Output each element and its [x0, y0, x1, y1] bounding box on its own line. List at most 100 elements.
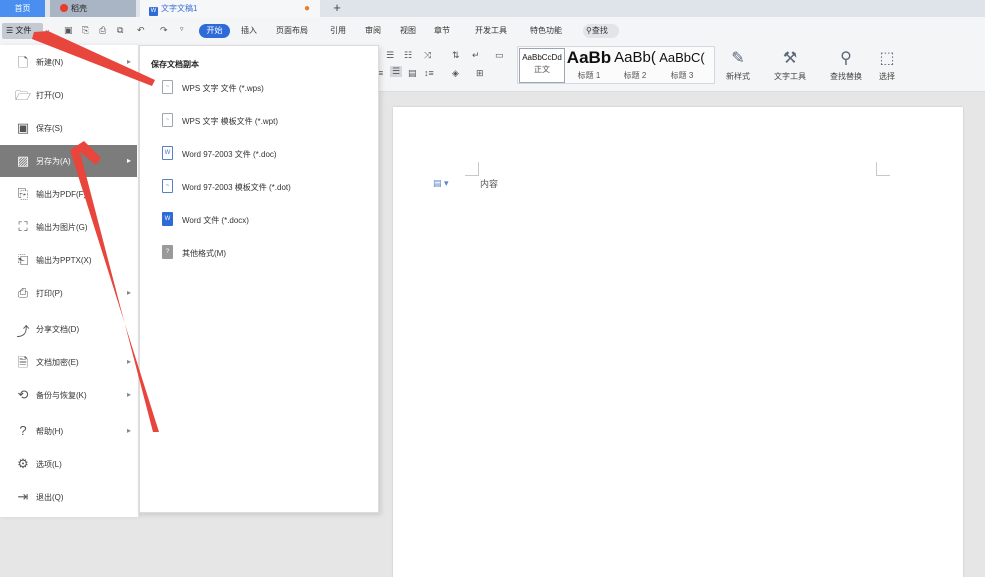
tab-review[interactable]: 审阅 [365, 25, 381, 36]
save-as-option-label: WPS 文字 文件 (*.wps) [182, 84, 264, 93]
align-justify-icon[interactable]: ☰ [390, 66, 403, 77]
select-button[interactable]: ⬚ 选择 [873, 48, 901, 82]
file-menu: 🗋 新建(N) ▸ 🗁 打开(O) ▣ 保存(S) ▨ 另存为(A) ▸ ⎘ 输… [0, 45, 139, 517]
search-label: 查找 [591, 26, 608, 35]
file-menu-item-exit[interactable]: ⇥ 退出(Q) [0, 481, 137, 513]
file-menu-item-backup[interactable]: ⟲ 备份与恢复(K) ▸ [0, 379, 137, 411]
document-text[interactable]: 内容 [480, 177, 498, 190]
tab-document[interactable]: W 文字文稿1 ● [140, 0, 320, 17]
tab-developer[interactable]: 开发工具 [475, 25, 507, 36]
chevron-right-icon: ▸ [127, 357, 132, 366]
save-as-option-label: 其他格式(M) [182, 249, 226, 258]
select-label: 选择 [879, 72, 895, 81]
file-menu-item-export-pdf[interactable]: ⎘ 输出为PDF(F) [0, 178, 137, 210]
paragraph-handle-icon[interactable]: ▤ ▾ [433, 178, 449, 189]
save-as-option-label: WPS 文字 模板文件 (*.wpt) [182, 117, 279, 126]
line-spacing-icon[interactable]: ↕≡ [424, 68, 434, 78]
save-as-other[interactable]: ? 其他格式(M) [140, 238, 378, 268]
style-heading-2-sample: AaBb( [614, 49, 656, 66]
find-replace-label: 查找替换 [830, 72, 862, 81]
unsaved-dot-icon: ● [303, 3, 310, 14]
tab-sections[interactable]: 章节 [434, 25, 450, 36]
chevron-right-icon: ▸ [127, 390, 132, 399]
chevron-right-icon: ▸ [127, 288, 132, 297]
save-as-wpt[interactable]: ~ WPS 文字 模板文件 (*.wpt) [140, 106, 378, 136]
tab-page-layout[interactable]: 页面布局 [276, 25, 308, 36]
text-tools-label: 文字工具 [774, 72, 806, 81]
save-as-doc[interactable]: W Word 97-2003 文件 (*.doc) [140, 139, 378, 169]
new-style-label: 新样式 [726, 72, 750, 81]
file-menu-item-share[interactable]: ⤴ 分享文档(D) [0, 313, 137, 345]
file-menu-item-label: 输出为图片(G) [36, 223, 88, 232]
file-menu-item-open[interactable]: 🗁 打开(O) [0, 79, 137, 111]
customize-icon[interactable]: ▿ [180, 25, 184, 33]
text-direction-icon[interactable]: ⤨ [424, 50, 431, 61]
select-icon: ⬚ [879, 50, 895, 67]
file-menu-item-export-pptx[interactable]: ⎗ 输出为PPTX(X) [0, 244, 137, 276]
new-style-button[interactable]: ✎ 新样式 [722, 48, 754, 82]
save-as-dot[interactable]: ~ Word 97-2003 模板文件 (*.dot) [140, 172, 378, 202]
shading-icon[interactable]: ◈ [452, 68, 459, 79]
style-heading-1[interactable]: AaBb 标题 1 [566, 48, 612, 83]
file-menu-item-print[interactable]: ⎙ 打印(P) ▸ [0, 277, 137, 309]
format-painter-icon[interactable]: ⎘ [82, 25, 89, 36]
bullet-list-icon[interactable]: ☰ [386, 50, 394, 61]
style-normal-sample: AaBbCcDd [522, 53, 562, 62]
file-menu-item-save-as[interactable]: ▨ 另存为(A) ▸ [0, 145, 137, 177]
share-icon: ⤴ [16, 324, 30, 339]
text-tools-icon: ⚒ [782, 50, 798, 67]
hamburger-icon: ☰ [6, 26, 16, 35]
sort-icon[interactable]: ⇅ [452, 50, 460, 61]
help-icon: ? [19, 423, 27, 438]
margin-corner-top-left [465, 162, 479, 176]
save-icon[interactable]: ▣ [64, 25, 73, 36]
tab-start[interactable]: 开始 [199, 24, 230, 38]
file-menu-item-encrypt[interactable]: 🗎 文档加密(E) ▸ [0, 346, 137, 378]
file-menu-item-label: 分享文档(D) [36, 325, 80, 334]
save-as-wps[interactable]: ~ WPS 文字 文件 (*.wps) [140, 73, 378, 103]
submenu-title: 保存文档副本 [151, 60, 199, 69]
redo-icon[interactable]: ↷ [160, 25, 168, 36]
file-menu-item-label: 退出(Q) [36, 493, 64, 502]
new-tab-button[interactable]: + [326, 0, 348, 17]
tab-document-label: 文字文稿1 [161, 4, 198, 13]
tab-home[interactable]: 首页 [0, 0, 45, 17]
print-preview-icon[interactable]: ⧉ [117, 25, 123, 36]
chevron-down-icon[interactable]: ⌄ [44, 25, 51, 34]
distributed-icon[interactable]: ▤ [408, 68, 417, 79]
save-as-docx[interactable]: W Word 文件 (*.docx) [140, 205, 378, 235]
search-button[interactable]: ⚲查找 [583, 24, 619, 38]
show-marks-icon[interactable]: ▭ [495, 50, 504, 61]
tab-daoke-label: 稻壳 [71, 4, 87, 13]
tab-references[interactable]: 引用 [330, 25, 346, 36]
chevron-right-icon: ▸ [127, 426, 132, 435]
gear-icon: ⚙ [17, 456, 29, 471]
text-tools-button[interactable]: ⚒ 文字工具 [768, 48, 812, 82]
docx-file-icon: W [162, 212, 173, 226]
file-menu-item-save[interactable]: ▣ 保存(S) [0, 112, 137, 144]
undo-icon[interactable]: ↶ [137, 25, 145, 36]
print-icon: ⎙ [17, 285, 29, 300]
line-break-icon[interactable]: ↵ [472, 50, 480, 61]
style-heading-2[interactable]: AaBb( 标题 2 [612, 48, 658, 83]
doc-file-icon: W [162, 146, 173, 160]
document-page[interactable]: ▤ ▾ 内容 [393, 107, 963, 577]
save-as-option-label: Word 97-2003 文件 (*.doc) [182, 150, 277, 159]
style-normal[interactable]: AaBbCcDd 正文 [519, 48, 565, 83]
tab-view[interactable]: 视图 [400, 25, 416, 36]
tab-daoke[interactable]: 稻壳 [50, 0, 136, 17]
find-replace-button[interactable]: ⚲ 查找替换 [824, 48, 868, 82]
file-menu-item-help[interactable]: ? 帮助(H) ▸ [0, 415, 137, 447]
borders-icon[interactable]: ⊞ [476, 68, 484, 79]
style-heading-3[interactable]: AaBbC( 标题 3 [658, 48, 706, 83]
file-menu-item-options[interactable]: ⚙ 选项(L) [0, 448, 137, 480]
style-normal-name: 正文 [534, 65, 550, 74]
file-menu-button[interactable]: ☰ 文件 [2, 23, 43, 39]
file-menu-item-new[interactable]: 🗋 新建(N) ▸ [0, 46, 137, 78]
tab-special-features[interactable]: 特色功能 [530, 25, 562, 36]
numbered-list-icon[interactable]: ☷ [404, 50, 412, 61]
file-menu-item-export-image[interactable]: ⛶ 输出为图片(G) [0, 211, 137, 243]
style-heading-1-sample: AaBb [566, 48, 612, 67]
tab-insert[interactable]: 插入 [241, 25, 257, 36]
print-icon[interactable]: ⎙ [99, 25, 106, 36]
